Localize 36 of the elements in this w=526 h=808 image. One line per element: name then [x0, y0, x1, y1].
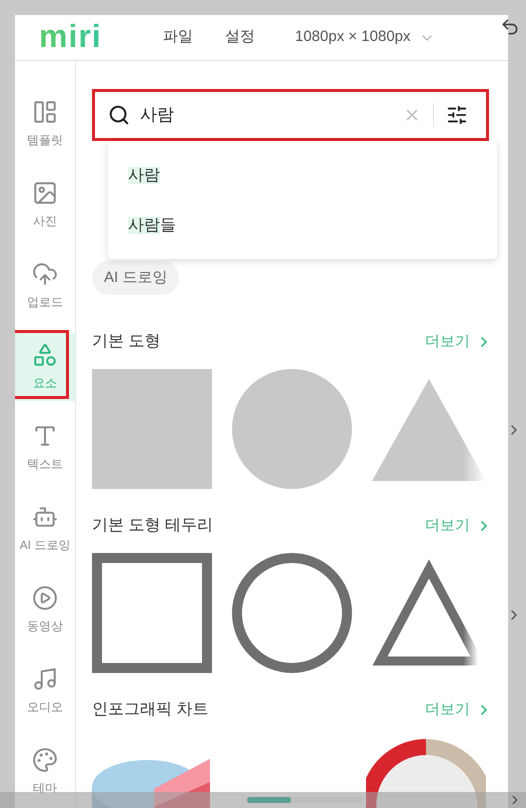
music-icon — [32, 666, 58, 692]
layout-icon — [32, 99, 58, 125]
highlight-frame — [15, 330, 69, 399]
more-link[interactable]: 더보기 — [425, 698, 492, 722]
more-link[interactable]: 더보기 — [425, 330, 492, 354]
square-outline-shape[interactable] — [92, 553, 212, 673]
canvas-size-dropdown[interactable]: 1080px × 1080px — [295, 26, 435, 49]
cloud-upload-icon — [32, 261, 58, 287]
sidebar-item[interactable]: AI 드로잉 — [15, 495, 75, 563]
sidebar-item[interactable]: 동영상 — [15, 576, 75, 644]
scroll-thumb[interactable] — [247, 797, 291, 803]
section-title: 인포그래픽 차트 — [92, 700, 208, 720]
section-title: 기본 도형 — [92, 332, 160, 352]
section-title: 기본 도형 테두리 — [92, 516, 213, 536]
tag-chip[interactable]: AI 드로잉 — [92, 261, 180, 295]
menu-item[interactable]: 설정 — [225, 26, 255, 49]
sidebar-item[interactable]: 사진 — [15, 171, 75, 239]
play-icon — [32, 585, 58, 611]
shapes-icon — [32, 342, 58, 368]
undo-icon[interactable] — [500, 17, 520, 37]
suggestion-item[interactable]: 사람 — [128, 164, 497, 186]
suggestion-item[interactable]: 사람들 — [128, 214, 497, 236]
sidebar-item[interactable]: 테마 — [15, 738, 75, 806]
sidebar-item[interactable]: 텍스트 — [15, 414, 75, 482]
more-link[interactable]: 더보기 — [425, 514, 492, 538]
palette-icon — [32, 747, 58, 773]
sidebar-item[interactable]: 템플릿 — [15, 90, 75, 158]
search-icon — [108, 104, 130, 126]
image-icon — [32, 180, 58, 206]
sidebar-item[interactable]: 업로드 — [15, 252, 75, 320]
sidebar-item[interactable]: 요소 — [15, 333, 75, 401]
filter-icon[interactable] — [446, 104, 468, 126]
search-field[interactable]: 사람 — [92, 89, 489, 141]
circle-outline-shape[interactable] — [232, 553, 352, 673]
sidebar-item[interactable]: 오디오 — [15, 657, 75, 725]
menu-item[interactable]: 파일 — [163, 26, 193, 49]
